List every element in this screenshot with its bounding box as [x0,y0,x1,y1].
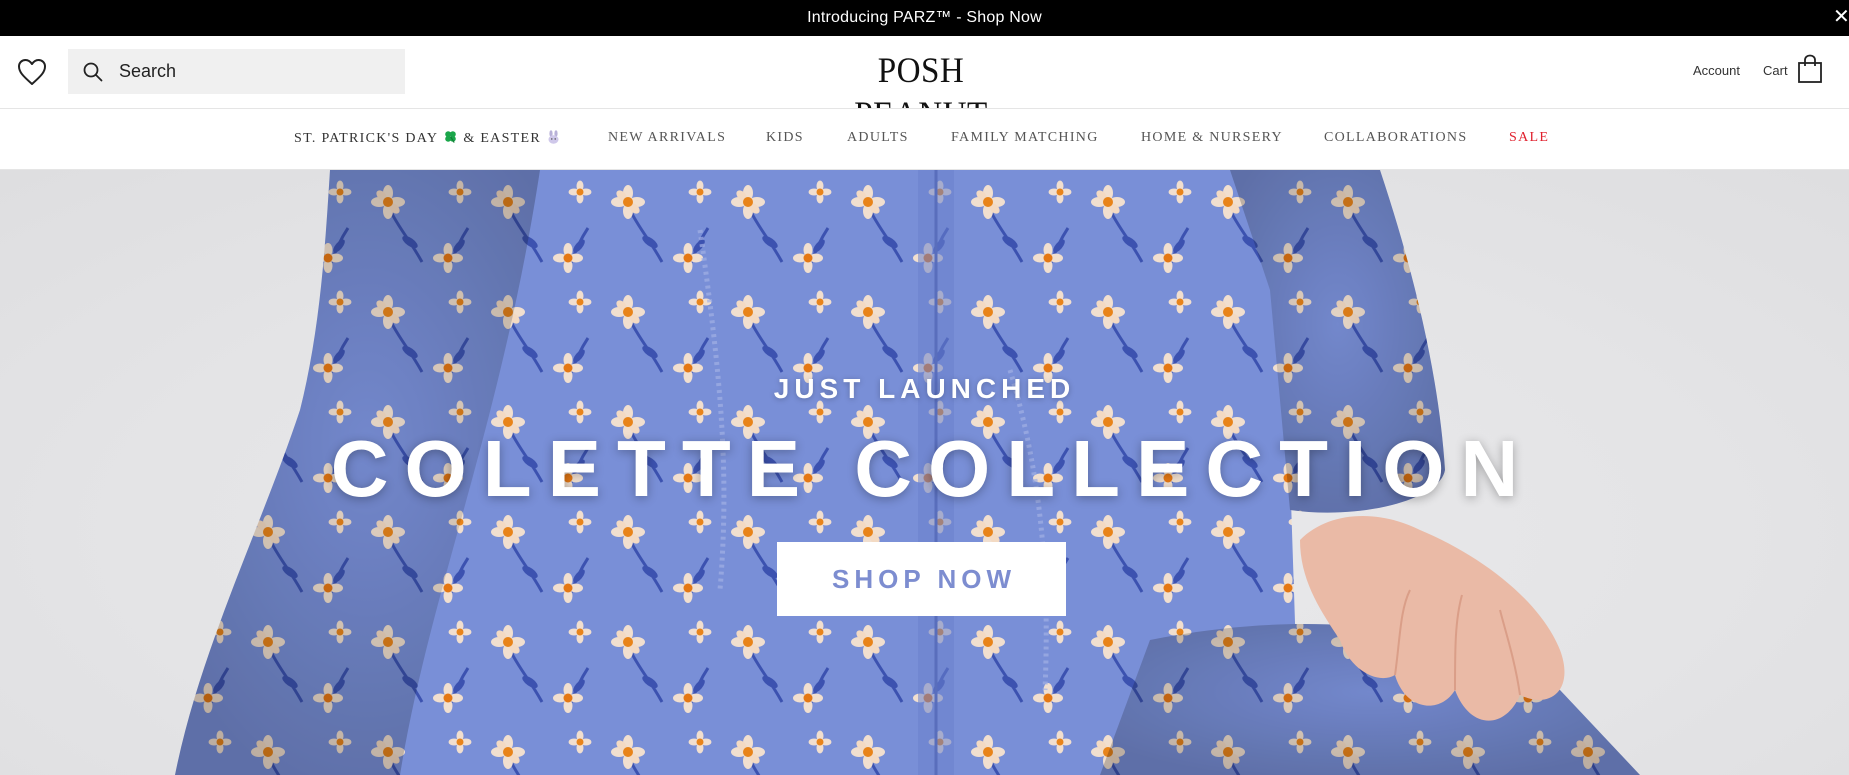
nav-item-new-arrivals[interactable]: NEW ARRIVALS [608,130,726,146]
main-navigation: ST. PATRICK'S DAY & EASTER NEW ARRIVALS … [0,108,1849,170]
account-link[interactable]: Account [1693,63,1740,78]
hero-banner[interactable]: JUST LAUNCHED COLETTE COLLECTION SHOP NO… [0,170,1849,775]
search-input[interactable]: Search [68,49,405,94]
nav-item-label: ST. PATRICK'S DAY [294,131,439,146]
nav-item-home-nursery[interactable]: HOME & NURSERY [1141,130,1283,146]
shop-now-button[interactable]: SHOP NOW [777,542,1066,616]
nav-item-collaborations[interactable]: COLLABORATIONS [1324,130,1467,146]
search-placeholder: Search [119,61,177,81]
nav-item-sale[interactable]: SALE [1509,130,1549,146]
four-leaf-clover-icon [445,131,457,143]
heart-icon[interactable] [17,58,47,86]
hero-title: COLETTE COLLECTION [330,424,1535,513]
hero-eyebrow: JUST LAUNCHED [773,373,1076,404]
search-icon [83,62,103,82]
nav-item-label-suffix: & EASTER [463,131,542,146]
close-icon[interactable]: ✕ [1833,6,1849,28]
bunny-icon [548,130,559,144]
site-header: Search POSH PEANUT Account Cart [0,36,1849,134]
shopping-bag-icon[interactable] [1797,54,1823,84]
nav-item-family-matching[interactable]: FAMILY MATCHING [951,130,1099,146]
nav-item-st-patricks-easter[interactable]: ST. PATRICK'S DAY & EASTER [294,130,560,147]
cart-link[interactable]: Cart [1763,63,1788,78]
site-logo[interactable]: POSH PEANUT [815,48,1027,134]
announcement-link[interactable]: Introducing PARZ™ - Shop Now [807,9,1042,27]
nav-item-kids[interactable]: KIDS [766,130,804,146]
announcement-bar[interactable]: Introducing PARZ™ - Shop Now ✕ [0,0,1849,36]
nav-item-adults[interactable]: ADULTS [847,130,909,146]
